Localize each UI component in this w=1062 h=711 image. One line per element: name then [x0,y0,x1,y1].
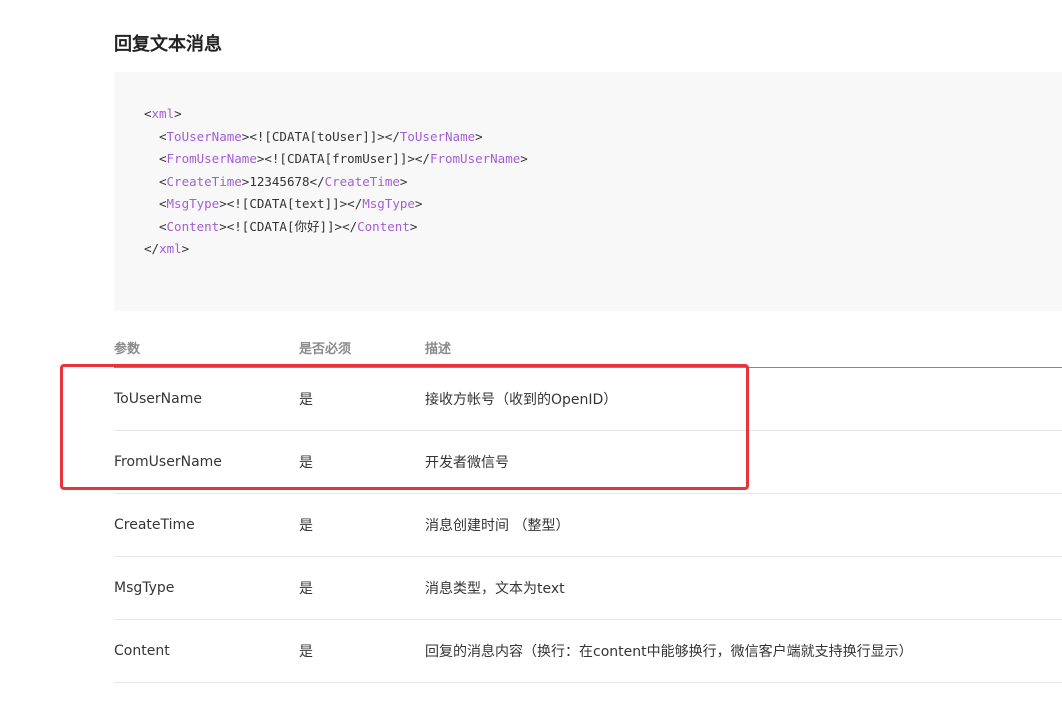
header-description: 描述 [425,327,1062,368]
cell-param: MsgType [114,556,299,620]
header-required: 是否必须 [299,327,425,368]
field-value: <![CDATA[你好]]> [226,218,343,234]
cell-param: ToUserName [114,367,299,431]
code-line-open: <xml> [144,106,182,121]
table-row: FromUserName 是 开发者微信号 [114,430,1062,494]
tag-close: CreateTime [324,173,400,189]
tag-close: MsgType [362,196,415,211]
field-value: <![CDATA[fromUser]]> [264,151,415,166]
field-value: <![CDATA[toUser]]> [249,128,385,144]
code-line-createtime: <CreateTime>12345678</CreateTime> [159,173,408,189]
cell-required: 是 [299,493,425,557]
tag-close: ToUserName [399,128,476,144]
section-title: 回复文本消息 [114,34,222,55]
code-line-msgtype: <MsgType><![CDATA[text]]></MsgType> [159,196,423,211]
xml-open-tag: xml [151,106,175,121]
cell-required: 是 [299,430,425,494]
cell-param: CreateTime [114,493,299,557]
cell-description: 开发者微信号 [425,430,1062,494]
tag-open: Content [166,218,220,234]
xml-close-tag: xml [159,241,182,256]
table-row: MsgType 是 消息类型，文本为text [114,556,1062,620]
tag-open: CreateTime [166,173,242,189]
cell-description: 回复的消息内容（换行：在content中能够换行，微信客户端就支持换行显示） [425,619,1062,683]
cell-param: Content [114,619,299,683]
field-value: <![CDATA[text]]> [226,196,348,211]
cell-required: 是 [299,556,425,620]
cell-description: 消息创建时间 （整型） [425,493,1062,557]
code-line-close: </xml> [144,241,190,256]
xml-code-block: <xml> <ToUserName><![CDATA[toUser]]></To… [114,72,1062,311]
cell-required: 是 [299,367,425,431]
cell-required: 是 [299,619,425,683]
cell-description: 消息类型，文本为text [425,556,1062,620]
table-row: ToUserName 是 接收方帐号（收到的OpenID） [114,367,1062,431]
tag-close: Content [357,218,410,234]
header-param: 参数 [114,327,299,368]
tag-open: MsgType [166,196,220,211]
tag-close: FromUserName [429,151,521,166]
cell-description: 接收方帐号（收到的OpenID） [425,367,1062,431]
table-row: Content 是 回复的消息内容（换行：在content中能够换行，微信客户端… [114,619,1062,683]
parameter-table: 参数 是否必须 描述 ToUserName 是 接收方帐号（收到的OpenID）… [114,327,1062,683]
cell-param: FromUserName [114,430,299,494]
table-row: CreateTime 是 消息创建时间 （整型） [114,493,1062,557]
table-header-row: 参数 是否必须 描述 [114,327,1062,368]
code-line-fromusername: <FromUserName><![CDATA[fromUser]]></From… [159,151,528,166]
tag-open: FromUserName [166,151,257,166]
tag-open: ToUserName [166,128,242,144]
code-line-tousername: <ToUserName><![CDATA[toUser]]></ToUserNa… [159,128,483,144]
field-value: 12345678 [249,173,310,189]
code-line-content: <Content><![CDATA[你好]]></Content> [159,218,418,234]
